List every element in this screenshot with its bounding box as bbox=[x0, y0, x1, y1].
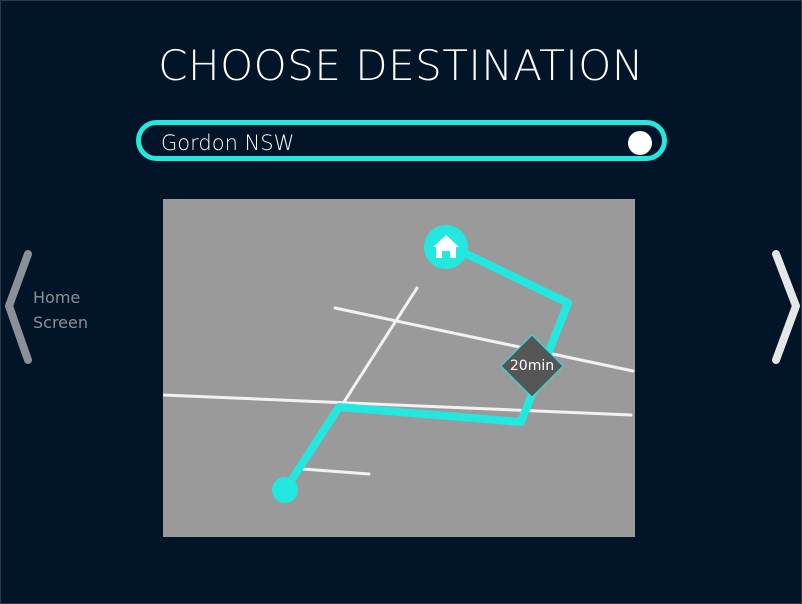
road bbox=[301, 467, 371, 476]
chevron-left-icon bbox=[5, 250, 32, 364]
route-map[interactable]: 20min bbox=[163, 199, 635, 537]
search-input-value[interactable]: Gordon NSW bbox=[161, 131, 294, 155]
back-button[interactable] bbox=[3, 249, 35, 367]
page-title: CHOOSE DESTINATION bbox=[158, 41, 644, 90]
chevron-right-icon bbox=[772, 250, 800, 364]
road bbox=[333, 286, 419, 418]
eta-badge: 20min bbox=[500, 334, 564, 398]
map-canvas bbox=[163, 225, 635, 503]
back-button-label[interactable]: Home Screen bbox=[33, 285, 113, 335]
road bbox=[333, 306, 635, 373]
location-dot-icon bbox=[272, 477, 298, 503]
eta-text: 20min bbox=[509, 358, 555, 374]
back-label-line2: Screen bbox=[33, 313, 89, 332]
home-icon bbox=[424, 225, 468, 269]
search-toggle-knob[interactable] bbox=[628, 131, 652, 155]
forward-button[interactable] bbox=[769, 249, 802, 367]
back-label-line1: Home bbox=[33, 288, 81, 307]
destination-search-field[interactable]: Gordon NSW bbox=[136, 120, 667, 161]
